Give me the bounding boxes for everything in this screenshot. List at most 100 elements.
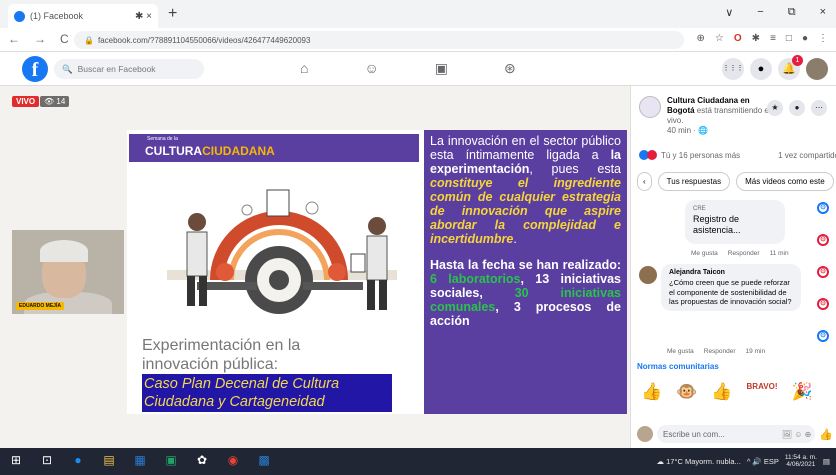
comment2-reply[interactable]: Responder (704, 348, 736, 355)
clock-date: 4/06/2021 (786, 461, 816, 468)
side-icon-2[interactable]: ⊙ (817, 234, 829, 246)
comment1-like[interactable]: Me gusta (691, 250, 718, 257)
tabs-back-button[interactable]: ‹ (637, 172, 652, 191)
comment-placeholder: Escribe un com... (663, 429, 725, 439)
taskbar-apps: ⊞ ⊡ ● ▤ ▦ ▣ ✿ ◉ ▩ (8, 453, 272, 467)
facebook-logo-icon[interactable]: f (22, 56, 48, 82)
menu-grid-icon[interactable]: ⋮⋮⋮ (722, 58, 744, 80)
zoom-icon[interactable]: ⊕ (697, 33, 705, 44)
excel-icon[interactable]: ▣ (163, 453, 179, 467)
browser-tab[interactable]: (1) Facebook ✱ × (8, 4, 158, 28)
account-avatar[interactable] (806, 58, 828, 80)
page-avatar[interactable] (639, 96, 661, 118)
comment2-like[interactable]: Me gusta (667, 348, 694, 355)
task-view-icon[interactable]: ⊡ (39, 453, 55, 467)
groups-icon[interactable]: ⊛ (504, 60, 516, 77)
tray-icons[interactable]: ^ 🔊 ESP (747, 457, 779, 466)
edge-icon[interactable]: ● (70, 453, 86, 467)
url-input[interactable]: 🔒 facebook.com/?78891104550066/videos/42… (74, 31, 684, 49)
presentation-slide: Semana de la CULTURACIUDADANA Experiment… (127, 130, 627, 414)
speaker-hair (40, 240, 88, 262)
p1-text-highlight: constituye el ingrediente común de cualq… (430, 176, 621, 246)
sticker-party-icon[interactable]: 🎉 (791, 382, 812, 402)
p1-text-e: . (513, 232, 517, 246)
friends-icon[interactable]: ☺ (364, 60, 378, 77)
experimentation-illustration (167, 189, 397, 314)
tab-your-responses[interactable]: Tus respuestas (657, 172, 731, 191)
forward-button[interactable]: → (34, 32, 46, 46)
composer-avatar (637, 426, 653, 442)
sticker-bravo[interactable]: BRAVO! (747, 382, 778, 402)
store-icon[interactable]: ▦ (132, 453, 148, 467)
tab-more-videos[interactable]: Más videos como este (736, 172, 834, 191)
tab-title: (1) Facebook (30, 11, 84, 21)
watch-icon[interactable]: ▣ (435, 60, 448, 77)
start-icon[interactable]: ⊞ (8, 453, 24, 467)
side-icon-3[interactable]: ⊙ (817, 266, 829, 278)
comment2-author[interactable]: Alejandra Taicon (669, 268, 793, 278)
messenger-icon[interactable]: ● (750, 58, 772, 80)
star-icon[interactable]: ★ (767, 100, 783, 116)
speaker-name-tag: EDUARDO MEJÍA (16, 302, 64, 310)
file-explorer-icon[interactable]: ▤ (101, 453, 117, 467)
side-icon-5[interactable]: ⊙ (817, 330, 829, 342)
settings-icon[interactable]: ✿ (194, 453, 210, 467)
search-placeholder: Buscar en Facebook (77, 64, 156, 74)
close-window-button[interactable]: × (820, 6, 826, 19)
brand-title: CULTURACIUDADANA (145, 144, 275, 158)
slide-paragraph-2: Hasta la fecha se han realizado: 6 labor… (430, 258, 621, 328)
notifications-icon[interactable]: 🔔 1 (778, 55, 803, 80)
chrome-icon[interactable]: ◉ (225, 453, 241, 467)
sticker-row: 👍 🐵 👍 BRAVO! 🎉 (641, 382, 813, 402)
more-options-icon[interactable]: ⋯ (811, 100, 827, 116)
comment2-avatar[interactable] (639, 266, 657, 284)
reading-list-icon[interactable]: ≡ (770, 33, 776, 44)
side-icon-4[interactable]: ⊙ (817, 298, 829, 310)
sticker-thumbs-icon[interactable]: 👍 (641, 382, 662, 402)
maximize-button[interactable]: ⧉ (788, 6, 796, 19)
reload-button[interactable]: C (60, 32, 69, 46)
slide-highlight-line1: Caso Plan Decenal de Cultura (144, 376, 340, 392)
browser-menu-icon[interactable]: ⋮ (818, 33, 828, 44)
facebook-favicon-icon (14, 10, 25, 22)
sticker-monkey-icon[interactable]: 🐵 (676, 382, 697, 402)
comment1-reply[interactable]: Responder (728, 250, 760, 257)
messenger-small-icon[interactable]: ● (789, 100, 805, 116)
event-brand-banner: Semana de la CULTURACIUDADANA (129, 134, 419, 162)
comment-input[interactable]: Escribe un com... 🖼 ☺ ⊕ (657, 425, 816, 443)
tab-search-icon[interactable]: ∨ (725, 6, 733, 19)
bookmark-star-icon[interactable]: ☆ (715, 33, 724, 44)
brand-title-part1: CULTURA (145, 144, 203, 158)
word-icon[interactable]: ▩ (256, 453, 272, 467)
minimize-button[interactable]: − (757, 6, 763, 19)
comment1-time: 11 min (769, 250, 789, 257)
reactions-row: Tú y 16 personas más 1 vez compartido (639, 150, 836, 160)
love-reaction-icon (647, 150, 657, 160)
address-bar-row: ← → C 🔒 facebook.com/?78891104550066/vid… (0, 28, 836, 52)
shares-text[interactable]: 1 vez compartido (778, 151, 836, 160)
tab-close-icon[interactable]: ✱ × (135, 11, 152, 22)
slide-highlight-line2: Ciudadana y Cartageneidad (144, 394, 325, 410)
profile-icon[interactable]: ● (802, 33, 808, 44)
system-tray: ☁ 17°C Mayorm. nubla... ^ 🔊 ESP 11:54 a.… (657, 454, 830, 468)
live-video-player[interactable]: VIVO 👁 14 Semana de la CULTURACIUDADANA (0, 86, 630, 448)
opera-icon[interactable]: O (734, 33, 742, 44)
back-button[interactable]: ← (8, 32, 20, 46)
sidebar-icon[interactable]: □ (786, 33, 792, 44)
composer-icons[interactable]: 🖼 ☺ ⊕ (782, 430, 815, 439)
facebook-header-actions: ⋮⋮⋮ ● 🔔 1 (722, 55, 828, 80)
reactions-text[interactable]: Tú y 16 personas más (661, 151, 740, 160)
home-icon[interactable]: ⌂ (300, 60, 308, 77)
sticker-like-icon[interactable]: 👍 (711, 382, 732, 402)
new-tab-button[interactable]: + (168, 5, 177, 23)
notification-center-icon[interactable]: ▤ (823, 457, 830, 466)
weather-widget[interactable]: ☁ 17°C Mayorm. nubla... (657, 457, 741, 466)
facebook-search-input[interactable]: 🔍 Buscar en Facebook (54, 59, 204, 79)
clock[interactable]: 11:54 a. m. 4/06/2021 (785, 454, 817, 468)
extensions-icon[interactable]: ✱ (752, 33, 760, 44)
post-time: 40 min · 🌐 (667, 126, 709, 135)
community-standards-link[interactable]: Normas comunitarias (637, 362, 719, 371)
facebook-header: f 🔍 Buscar en Facebook ⌂ ☺ ▣ ⊛ ⋮⋮⋮ ● 🔔 1 (0, 52, 836, 86)
side-icon-1[interactable]: ⊙ (817, 202, 829, 214)
composer-like-icon[interactable]: 👍 (819, 428, 833, 441)
